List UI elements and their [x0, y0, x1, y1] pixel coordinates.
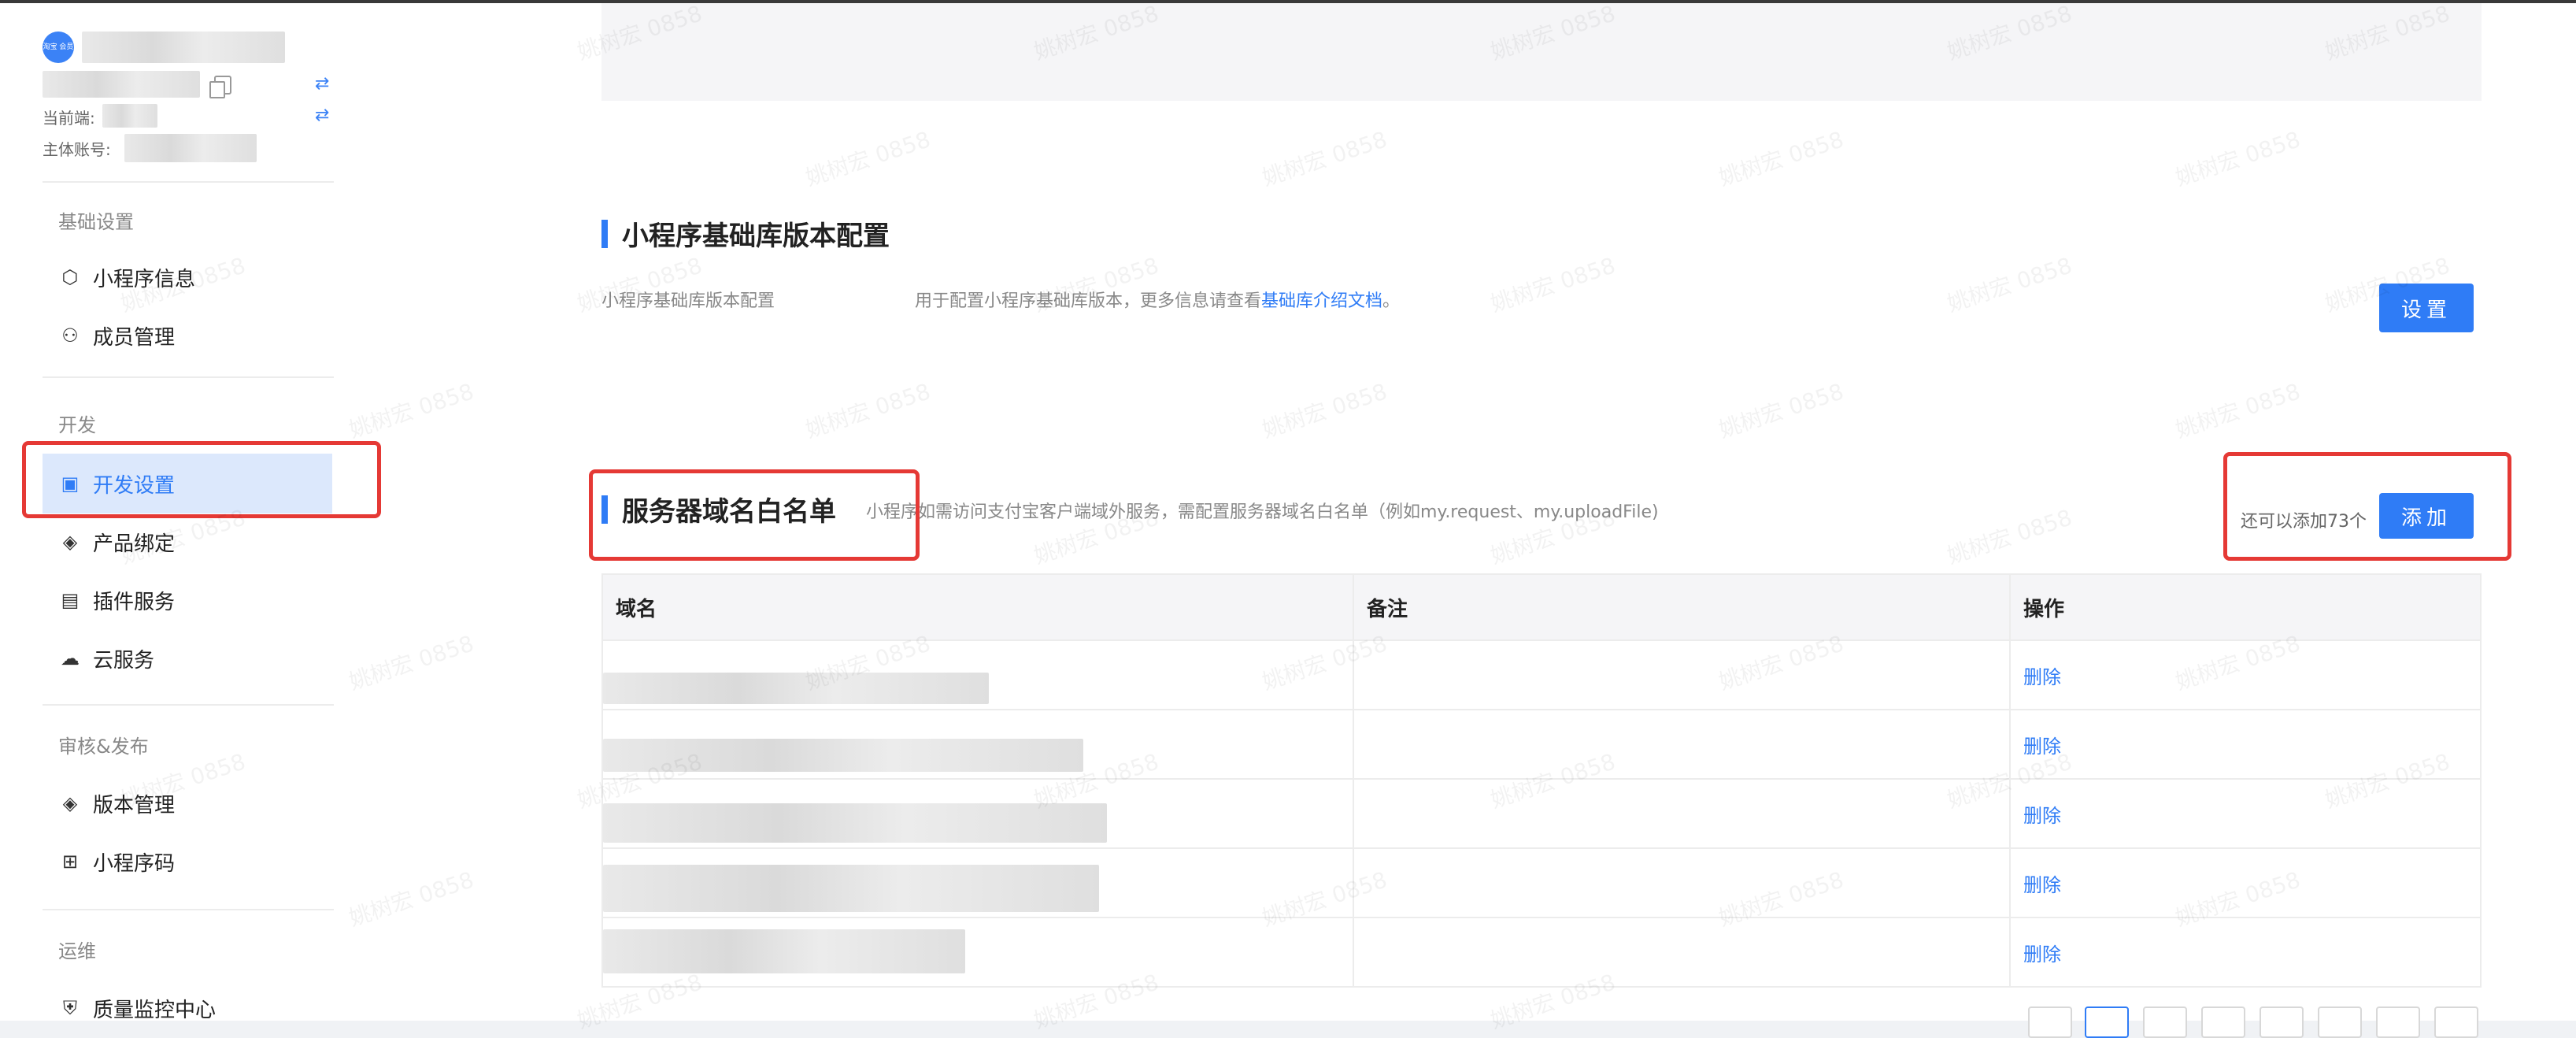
domain-cell	[603, 641, 1354, 709]
cloud-icon: ☁	[61, 647, 80, 669]
grid-icon: ⊞	[61, 851, 79, 873]
group-title-ops: 运维	[58, 940, 96, 962]
delete-link[interactable]: 删除	[2023, 939, 2061, 966]
app-logo-icon: 淘宝 会员	[43, 32, 74, 63]
action-cell: 删除	[2011, 918, 2480, 986]
sidebar-item-quality[interactable]: ⛨ 质量监控中心	[43, 978, 332, 1038]
app-id-redacted	[43, 71, 200, 98]
delete-link[interactable]: 删除	[2023, 731, 2061, 758]
sidebar-item-product-binding[interactable]: ◈ 产品绑定	[43, 512, 332, 572]
domain-cell	[603, 918, 1354, 986]
current-end-label: 当前端:	[43, 109, 95, 128]
highlight-whitelist-title	[589, 469, 920, 561]
base-lib-row-label: 小程序基础库版本配置	[601, 291, 775, 311]
remark-cell	[1354, 641, 2011, 709]
delete-link[interactable]: 删除	[2023, 800, 2061, 828]
pagination-prev[interactable]	[2028, 1006, 2072, 1038]
remark-cell	[1354, 780, 2011, 847]
highlight-add-area	[2223, 452, 2511, 561]
copy-icon[interactable]	[209, 76, 231, 98]
group-title-basic: 基础设置	[58, 211, 134, 233]
base-lib-desc: 用于配置小程序基础库版本，更多信息请查看基础库介绍文档。	[915, 291, 1401, 311]
switch-end-icon[interactable]: ⇄	[315, 106, 329, 125]
domain-redacted	[603, 673, 989, 704]
action-cell: 删除	[2011, 710, 2480, 778]
top-info-panel	[601, 3, 2482, 101]
column-header-remark: 备注	[1354, 575, 2011, 639]
plugin-icon: ▤	[61, 589, 80, 611]
pagination-page[interactable]	[2260, 1006, 2304, 1038]
remark-cell	[1354, 918, 2011, 986]
domain-cell	[603, 710, 1354, 778]
remark-cell	[1354, 710, 2011, 778]
action-cell: 删除	[2011, 641, 2480, 709]
sidebar-divider	[43, 181, 334, 183]
group-title-release: 审核&发布	[58, 736, 149, 758]
main-account-label: 主体账号:	[43, 140, 111, 159]
highlight-dev-settings	[22, 441, 381, 518]
switch-icon[interactable]: ⇄	[315, 74, 329, 94]
shield-icon: ⛨	[63, 997, 77, 1019]
base-lib-title: 小程序基础库版本配置	[601, 214, 890, 253]
table-header: 域名 备注 操作	[603, 575, 2480, 641]
main-account-redacted	[124, 134, 257, 162]
current-end-redacted	[102, 104, 157, 128]
sidebar-item-cloud[interactable]: ☁ 云服务	[43, 628, 332, 688]
table-row: 删除	[603, 849, 2480, 918]
sidebar-item-members[interactable]: ⚇ 成员管理	[43, 306, 332, 365]
domain-cell	[603, 849, 1354, 917]
table-row: 删除	[603, 641, 2480, 710]
title-accent-bar	[601, 219, 608, 248]
sidebar-divider	[43, 704, 334, 706]
whitelist-table: 域名 备注 操作 删除 删除 删除 删除 删除	[601, 573, 2482, 988]
action-cell: 删除	[2011, 780, 2480, 847]
table-row: 删除	[603, 710, 2480, 780]
pagination-next[interactable]	[2434, 1006, 2478, 1038]
cube-icon: ⬡	[61, 266, 79, 288]
domain-redacted	[603, 929, 965, 973]
table-row: 删除	[603, 918, 2480, 986]
sidebar-divider	[43, 376, 334, 378]
layers-icon: ◈	[62, 792, 78, 814]
base-lib-settings-button[interactable]: 设置	[2379, 284, 2474, 332]
column-header-domain: 域名	[603, 575, 1354, 639]
whitelist-desc: 小程序如需访问支付宝客户端域外服务，需配置服务器域名白名单（例如my.reque…	[866, 502, 1659, 522]
layers-icon: ◈	[62, 531, 78, 553]
sidebar-item-versions[interactable]: ◈ 版本管理	[43, 773, 332, 833]
domain-cell	[603, 780, 1354, 847]
users-icon: ⚇	[61, 324, 79, 347]
remark-cell	[1354, 849, 2011, 917]
sidebar-item-plugin[interactable]: ▤ 插件服务	[43, 570, 332, 630]
table-row: 删除	[603, 780, 2480, 849]
pagination-page[interactable]	[2085, 1006, 2129, 1038]
pagination-page[interactable]	[2318, 1006, 2362, 1038]
base-lib-doc-link[interactable]: 基础库介绍文档	[1261, 291, 1382, 311]
sidebar-item-qrcode[interactable]: ⊞ 小程序码	[43, 832, 332, 892]
pagination-page[interactable]	[2376, 1006, 2420, 1038]
action-cell: 删除	[2011, 849, 2480, 917]
column-header-action: 操作	[2023, 597, 2065, 621]
delete-link[interactable]: 删除	[2023, 869, 2061, 897]
pagination-page[interactable]	[2201, 1006, 2245, 1038]
domain-redacted	[603, 803, 1107, 843]
app-name-redacted	[82, 32, 285, 63]
delete-link[interactable]: 删除	[2023, 662, 2061, 689]
sidebar-item-app-info[interactable]: ⬡ 小程序信息	[43, 247, 332, 307]
group-title-dev: 开发	[58, 414, 96, 436]
domain-redacted	[603, 865, 1099, 912]
sidebar-divider	[43, 909, 334, 910]
pagination-page[interactable]	[2143, 1006, 2187, 1038]
domain-redacted	[603, 739, 1083, 772]
